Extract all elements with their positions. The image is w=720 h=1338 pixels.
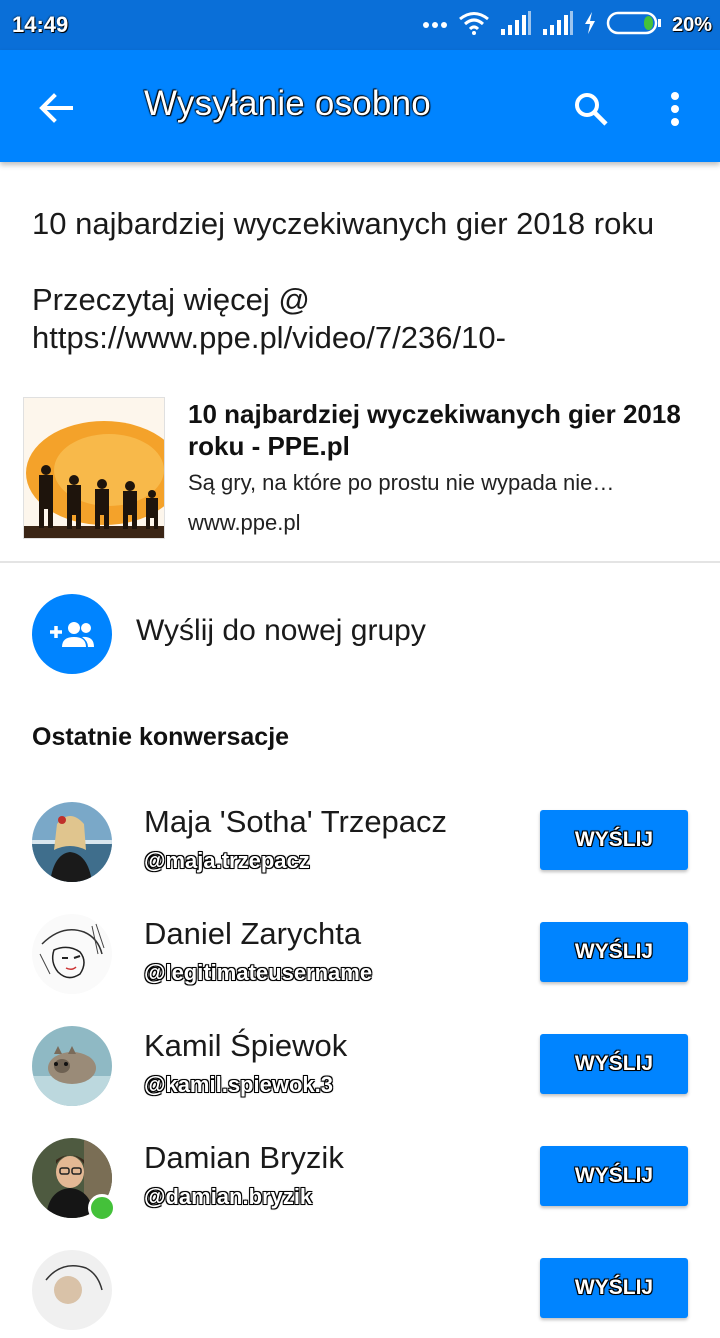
new-group-label: Wyślij do nowej grupy	[136, 614, 426, 647]
more-vert-icon	[671, 92, 679, 126]
status-time: 14:49	[12, 12, 69, 37]
signal-icon	[500, 10, 532, 40]
online-indicator	[88, 1194, 116, 1222]
battery-percent: 20%	[671, 13, 712, 36]
shared-message: 10 najbardziej wyczekiwanych gier 2018 r…	[32, 205, 692, 357]
preview-title: 10 najbardziej wyczekiwanych gier 2018 r…	[188, 399, 681, 461]
app-bar: Wysyłanie osobno	[0, 50, 720, 162]
preview-domain: www.ppe.pl	[188, 510, 301, 535]
link-preview[interactable]: 10 najbardziej wyczekiwanych gier 2018 r…	[24, 398, 704, 538]
preview-description: Są gry, na które po prostu nie wypada ni…	[188, 470, 615, 495]
contact-name: Damian Bryzik	[144, 1140, 344, 1175]
contact-row: Daniel Zarychta @legitimateusername WYŚL…	[0, 902, 720, 1002]
add-group-icon	[32, 594, 112, 674]
message-url: https://www.ppe.pl/video/7/236/10-	[32, 320, 506, 355]
contact-row: WYŚLIJ	[0, 1238, 720, 1338]
avatar[interactable]	[32, 1250, 112, 1330]
page-title: Wysyłanie osobno	[144, 84, 431, 123]
send-button[interactable]: WYŚLIJ	[540, 810, 688, 870]
message-headline: 10 najbardziej wyczekiwanych gier 2018 r…	[32, 206, 655, 241]
signal-2-icon	[542, 10, 574, 40]
avatar[interactable]	[32, 802, 112, 882]
recent-heading: Ostatnie konwersacje	[32, 723, 290, 751]
search-icon	[575, 93, 608, 126]
send-button[interactable]: WYŚLIJ	[540, 1258, 688, 1318]
contact-row: Damian Bryzik @damian.bryzik WYŚLIJ	[0, 1126, 720, 1226]
new-group-button[interactable]: Wyślij do nowej grupy	[32, 594, 692, 674]
status-bar: 14:49 20%	[0, 0, 720, 50]
contact-handle: @kamil.spiewok.3	[144, 1072, 333, 1097]
status-icons: 20%	[422, 10, 712, 40]
send-button[interactable]: WYŚLIJ	[540, 1034, 688, 1094]
contact-name: Daniel Zarychta	[144, 916, 362, 951]
divider	[0, 561, 720, 563]
message-read-more: Przeczytaj więcej @	[32, 282, 310, 317]
preview-thumbnail	[24, 398, 164, 538]
contact-row: Kamil Śpiewok @kamil.spiewok.3 WYŚLIJ	[0, 1014, 720, 1114]
back-arrow-icon	[39, 93, 73, 123]
contact-handle: @maja.trzepacz	[144, 848, 310, 873]
back-button[interactable]	[32, 84, 80, 132]
avatar[interactable]	[32, 1026, 112, 1106]
send-button[interactable]: WYŚLIJ	[540, 1146, 688, 1206]
contact-name: Maja 'Sotha' Trzepacz	[144, 804, 448, 839]
send-button[interactable]: WYŚLIJ	[540, 922, 688, 982]
avatar[interactable]	[32, 914, 112, 994]
wifi-icon	[458, 11, 490, 40]
more-dots-icon	[422, 16, 448, 34]
charging-icon	[584, 11, 596, 39]
search-button[interactable]	[566, 84, 616, 134]
contact-name: Kamil Śpiewok	[144, 1028, 348, 1063]
battery-icon	[606, 11, 662, 40]
contact-row: Maja 'Sotha' Trzepacz @maja.trzepacz WYŚ…	[0, 790, 720, 890]
overflow-menu-button[interactable]	[650, 84, 700, 134]
contact-handle: @legitimateusername	[144, 960, 373, 985]
contact-handle: @damian.bryzik	[144, 1184, 313, 1209]
